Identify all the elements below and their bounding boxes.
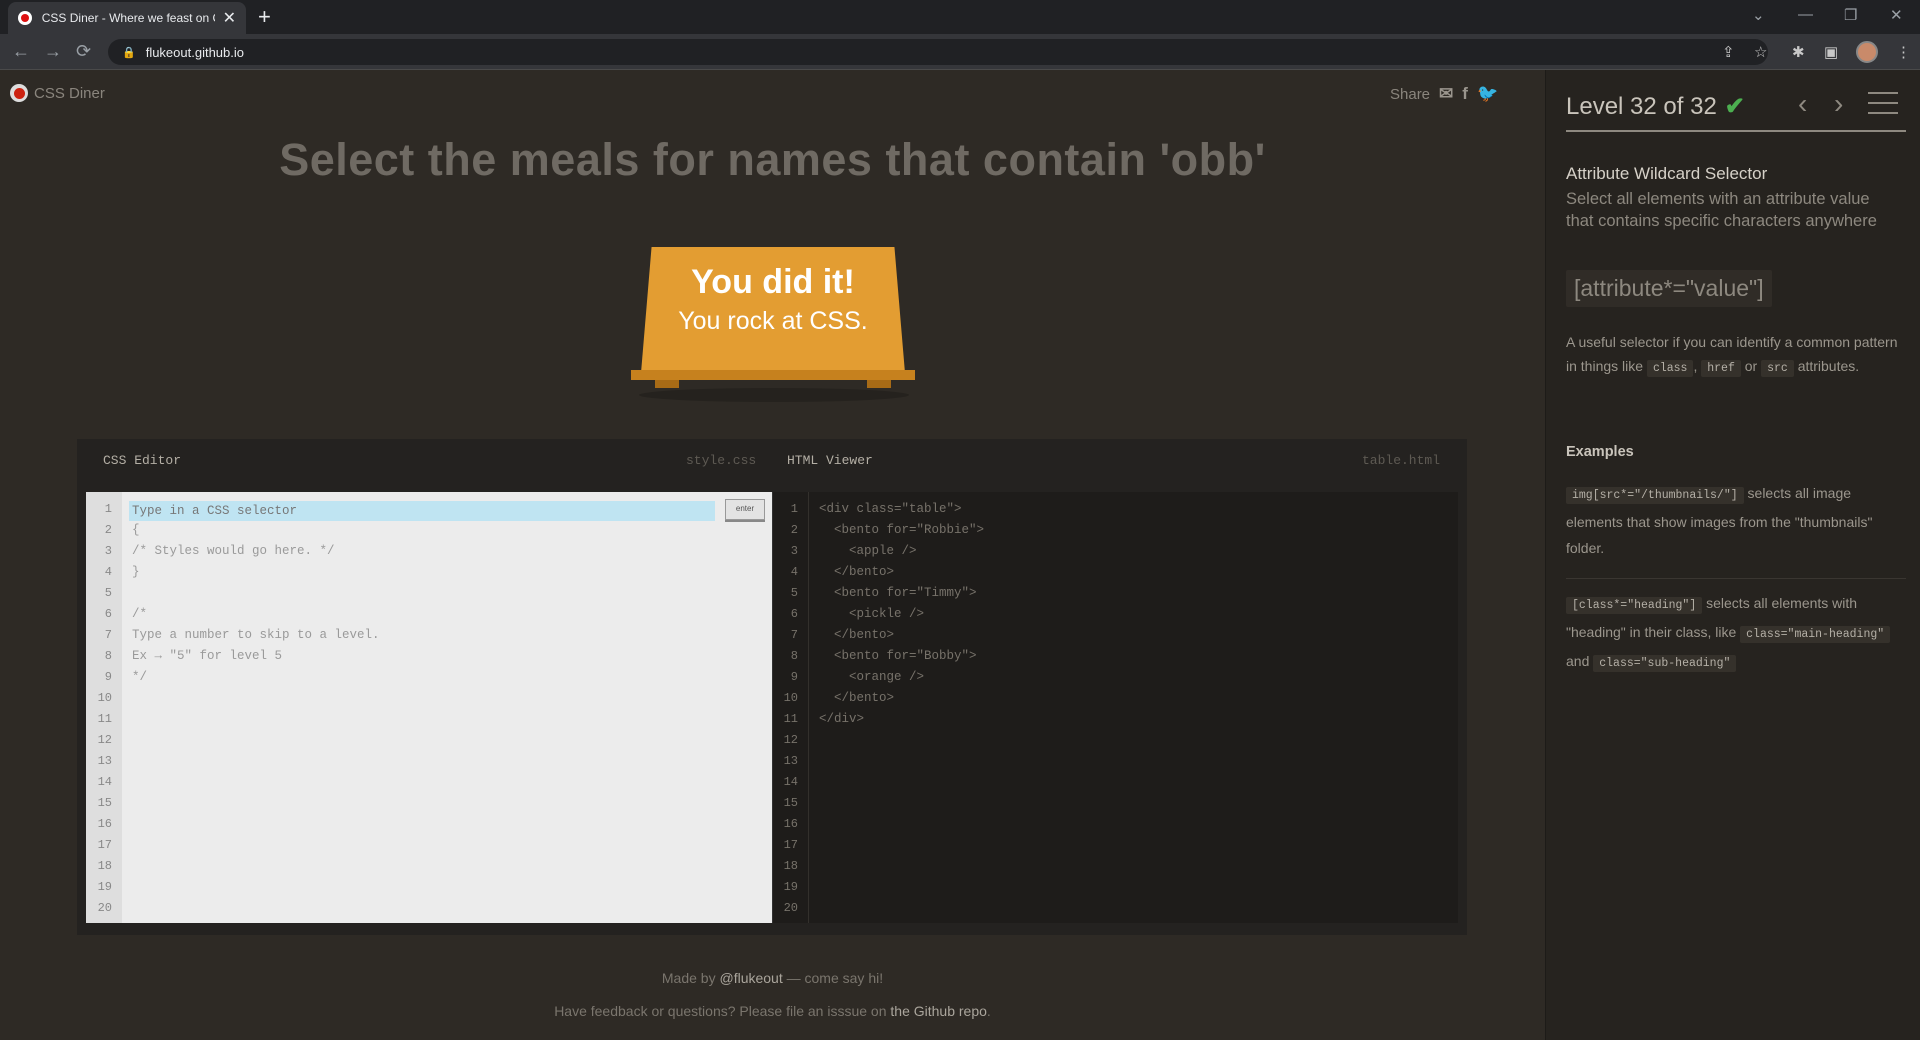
enter-button[interactable]: enter [725,499,765,520]
example-2: [class*="heading"] selects all elements … [1566,590,1906,677]
tab-title: CSS Diner - Where we feast on C [41,11,215,25]
facebook-icon[interactable]: f [1462,84,1468,104]
win-message-subtitle: You rock at CSS. [678,307,868,335]
css-editor-pane: 1 2 3 4 5 6 7 8 9 10 11 12 13 14 15 16 1… [86,492,772,923]
example-2-code-sub: class="sub-heading" [1593,655,1737,672]
order-instruction: Select the meals for names that contain … [279,134,1266,185]
example-1-code: img[src*="/thumbnails/"] [1566,487,1744,504]
css-diner-logo[interactable]: CSS Diner [10,84,105,102]
extensions-icon[interactable]: ✱ [1792,43,1805,61]
css-selector-input[interactable] [129,501,715,521]
html-viewer-title: HTML Viewer [787,453,873,468]
table-shadow [639,388,909,402]
close-window-button[interactable]: ✕ [1890,6,1903,24]
completed-check-icon: ✔ [1724,93,1745,120]
tab-search-icon[interactable]: ⌄ [1752,6,1765,24]
browser-tab[interactable]: CSS Diner - Where we feast on C ✕ [8,2,246,34]
restore-button[interactable]: ❐ [1844,6,1857,24]
selector-name: Attribute Wildcard Selector [1566,164,1768,183]
example-1: img[src*="/thumbnails/"] selects all ima… [1566,485,1873,556]
address-bar[interactable]: 🔒 flukeout.github.io [108,39,1768,65]
example-2-code-main: class="main-heading" [1740,626,1891,643]
html-viewer-filename: table.html [1362,453,1441,468]
github-repo-link[interactable]: the Github repo [890,1003,987,1019]
hint-code-class: class [1646,360,1694,377]
minimize-button[interactable]: — [1798,6,1813,23]
level-sidebar: Level 32 of 32 ✔ ‹ › Attribute Wildcard … [1545,70,1920,1040]
hint-code-src: src [1761,360,1794,377]
twitter-icon[interactable]: 🐦 [1477,84,1498,104]
level-progress-fill [1566,130,1906,132]
css-editor-filename: style.css [686,453,757,468]
hint-code-href: href [1701,360,1741,377]
editor-panel: CSS Editor style.css HTML Viewer table.h… [77,439,1467,935]
next-level-icon[interactable]: › [1834,88,1843,120]
logo-text: CSS Diner [34,84,105,102]
footer-credit: Made by @flukeout — come say hi! [0,970,1545,986]
plate-logo-icon [10,84,28,102]
level-header: Level 32 of 32 ✔ [1566,92,1745,121]
examples-divider [1566,578,1906,579]
footer-feedback: Have feedback or questions? Please file … [554,1003,991,1019]
selector-description: Select all elements with an attribute va… [1566,190,1877,230]
html-viewer-pane: 1 2 3 4 5 6 7 8 9 10 11 12 13 14 15 16 1… [772,492,1458,923]
example-2-code: [class*="heading"] [1566,597,1703,614]
email-icon[interactable]: ✉ [1439,84,1453,104]
html-line-numbers: 1 2 3 4 5 6 7 8 9 10 11 12 13 14 15 16 1… [773,492,809,923]
back-button[interactable]: ← [12,41,30,62]
previous-level-icon[interactable]: ‹ [1798,88,1807,120]
browser-tab-bar: CSS Diner - Where we feast on C ✕ + ⌄ — … [0,0,1920,34]
tab-close-icon[interactable]: ✕ [223,8,236,28]
side-panel-icon[interactable]: ▣ [1824,43,1838,61]
url-text: flukeout.github.io [145,44,244,60]
share-bar: Share ✉ f 🐦 [1390,84,1498,104]
css-line-numbers: 1 2 3 4 5 6 7 8 9 10 11 12 13 14 15 16 1… [86,492,122,923]
dining-table: You did it! You rock at CSS. [631,247,915,402]
level-menu-icon[interactable] [1868,92,1898,114]
css-editor-title: CSS Editor [103,453,182,468]
selector-syntax: [attribute*="value"] [1566,270,1772,307]
new-tab-button[interactable]: + [258,4,271,30]
made-by-text: Made by [661,970,716,986]
forward-button[interactable]: → [44,41,62,62]
level-progress-bar [1566,130,1906,132]
level-indicator: Level 32 of 32 [1566,92,1717,120]
examples-heading: Examples [1566,444,1634,460]
lock-icon: 🔒 [122,46,136,59]
author-link[interactable]: @flukeout [719,970,782,986]
css-code-text: { /* Styles would go here. */ } /* Type … [132,523,380,684]
win-message-title: You did it! [691,263,855,301]
html-markup[interactable]: <div class="table"> <bento for="Robbie">… [819,499,984,730]
share-label: Share [1390,85,1431,103]
browser-menu-icon[interactable]: ⋮ [1896,43,1911,61]
table-leg-left [655,380,679,388]
favicon-icon [18,11,32,25]
reload-button[interactable]: ⟳ [76,41,91,62]
profile-avatar[interactable] [1856,41,1878,63]
bookmark-star-icon[interactable]: ☆ [1754,43,1767,61]
say-hi-text: — come say hi! [786,970,884,986]
table-leg-right [867,380,891,388]
selector-hint: A useful selector if you can identify a … [1566,334,1898,377]
browser-toolbar: ← → ⟳ 🔒 flukeout.github.io ⇪ ☆ ✱ ▣ ⋮ [0,34,1920,70]
feedback-text: Have feedback or questions? Please file … [554,1003,887,1019]
share-page-icon[interactable]: ⇪ [1722,43,1735,61]
table-edge [631,370,915,380]
